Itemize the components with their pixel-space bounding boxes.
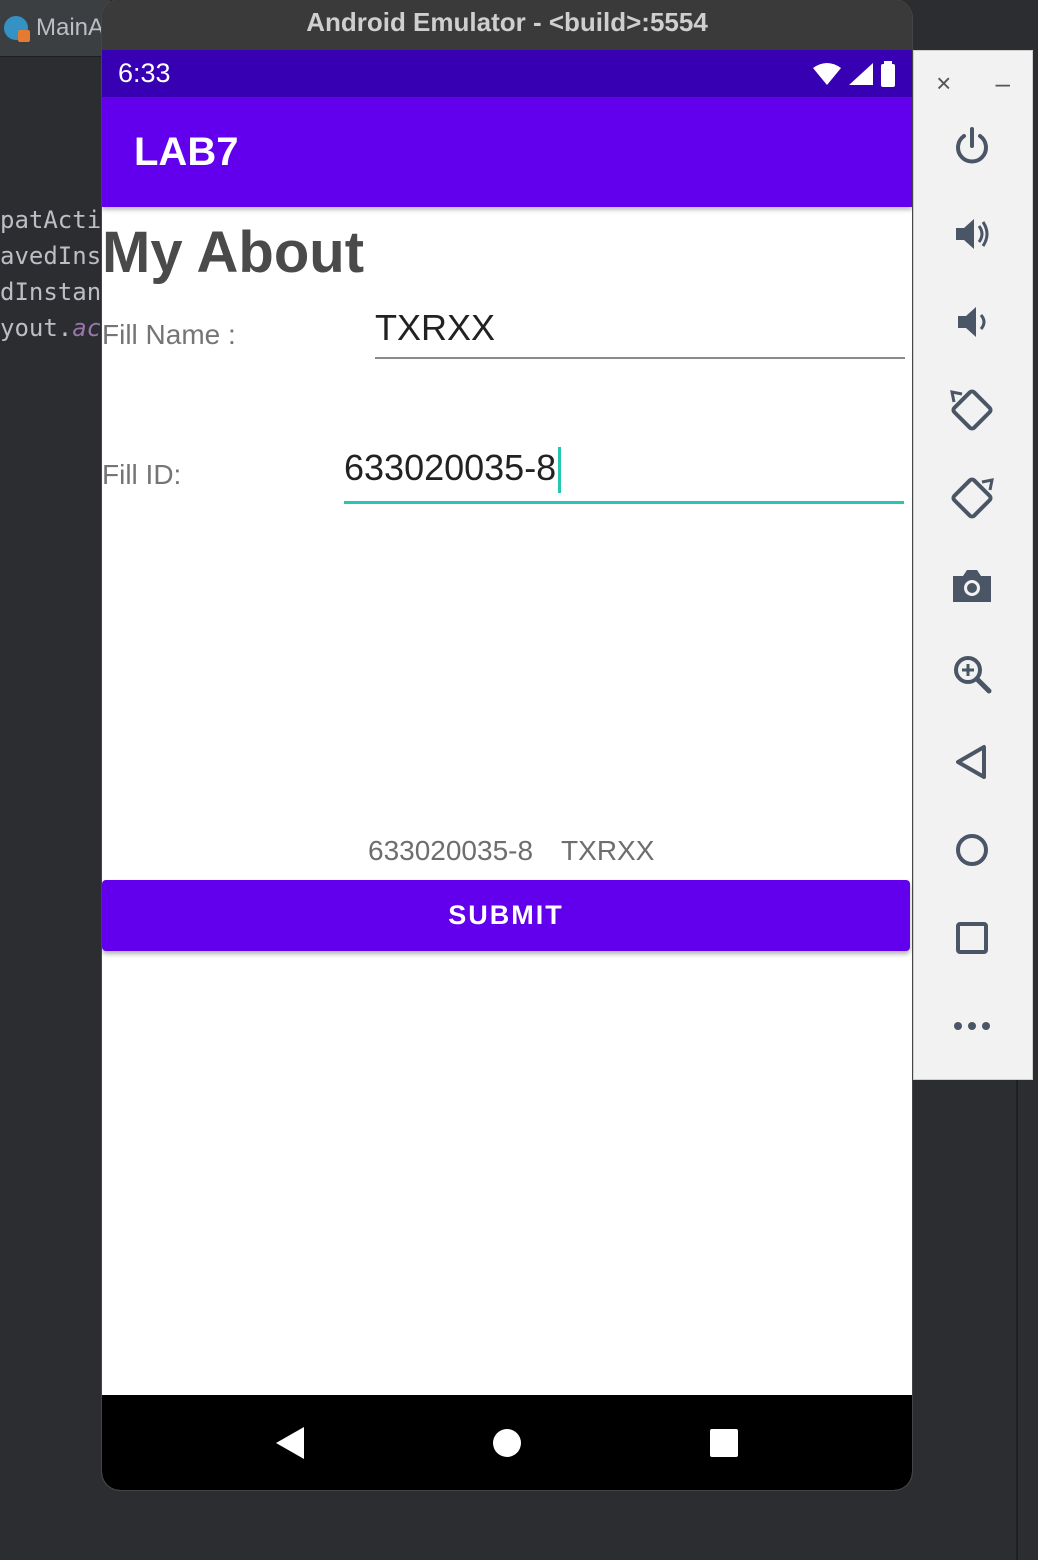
close-button[interactable]: × — [936, 68, 951, 99]
ide-editor-tab[interactable]: MainA — [0, 0, 110, 57]
ide-tab-label: MainA — [36, 14, 105, 41]
text-cursor — [558, 447, 562, 494]
status-time: 6:33 — [118, 58, 171, 88]
ide-divider — [1016, 1080, 1018, 1560]
zoom-in-icon — [954, 656, 992, 694]
app-bar: LAB7 — [102, 97, 912, 207]
code-text: yout. — [0, 314, 73, 342]
toolbar-overview-button[interactable] — [944, 910, 1000, 966]
volume-up-button[interactable] — [944, 206, 1000, 262]
phone-screen: 6:33 LAB7 My About Fill Name : TXRXX Fil… — [102, 50, 912, 1490]
result-text: 633020035-8 TXRXX — [368, 835, 654, 867]
code-line: dInstanc — [0, 278, 110, 306]
overview-icon — [956, 922, 988, 954]
screenshot-button[interactable] — [944, 558, 1000, 614]
nav-home-button[interactable] — [477, 1413, 537, 1473]
code-line: yout.act — [0, 310, 110, 346]
nav-recents-button[interactable] — [694, 1413, 754, 1473]
volume-down-button[interactable] — [944, 294, 1000, 350]
id-input-value: 633020035-8 — [344, 447, 557, 488]
name-label: Fill Name : — [102, 319, 236, 350]
battery-icon — [881, 60, 895, 87]
home-circle-icon — [492, 1428, 521, 1457]
status-bar: 6:33 — [102, 50, 912, 97]
more-options-button[interactable] — [944, 998, 1000, 1054]
nav-back-button[interactable] — [260, 1413, 320, 1473]
toolbar-window-controls: × – — [914, 65, 1032, 101]
more-dots-icon — [954, 1022, 990, 1030]
emulator-window: Android Emulator - <build>:5554 6:33 LAB… — [102, 0, 912, 1490]
main-content: My About Fill Name : TXRXX Fill ID: 6330… — [102, 207, 912, 1395]
result-id: 633020035-8 — [368, 835, 534, 866]
emulator-title: Android Emulator - <build>:5554 — [102, 0, 912, 50]
submit-button[interactable]: SUBMIT — [102, 880, 910, 951]
camera-icon — [953, 570, 991, 602]
rotate-right-icon — [951, 477, 994, 519]
rotate-left-button[interactable] — [944, 382, 1000, 438]
app-title: LAB7 — [134, 129, 239, 174]
power-icon — [956, 127, 988, 164]
zoom-button[interactable] — [944, 646, 1000, 702]
id-input[interactable]: 633020035-8 — [344, 447, 904, 505]
code-line: avedInst — [0, 242, 110, 270]
ide-code-fragment: patActiv avedInst dInstanc yout.act — [0, 202, 110, 346]
home-icon — [956, 834, 988, 866]
minimize-button[interactable]: – — [995, 68, 1009, 99]
wifi-icon — [813, 62, 841, 85]
emulator-toolbar: × – — [913, 50, 1033, 1080]
page-heading: My About — [102, 220, 365, 285]
result-name: TXRXX — [561, 835, 655, 866]
volume-up-icon — [956, 219, 989, 249]
power-button[interactable] — [944, 118, 1000, 174]
back-triangle-icon — [276, 1426, 305, 1459]
recents-square-icon — [709, 1428, 738, 1457]
toolbar-home-button[interactable] — [944, 822, 1000, 878]
back-icon — [956, 745, 986, 779]
id-label: Fill ID: — [102, 459, 182, 490]
navigation-bar — [102, 1395, 912, 1490]
cell-signal-icon — [849, 62, 873, 85]
name-input[interactable]: TXRXX — [375, 307, 905, 359]
rotate-right-button[interactable] — [944, 470, 1000, 526]
rotate-left-icon — [950, 389, 993, 431]
kotlin-file-icon — [4, 16, 30, 42]
status-icons — [812, 60, 896, 87]
code-line: patActiv — [0, 206, 110, 234]
volume-down-icon — [958, 307, 986, 337]
toolbar-back-button[interactable] — [944, 734, 1000, 790]
